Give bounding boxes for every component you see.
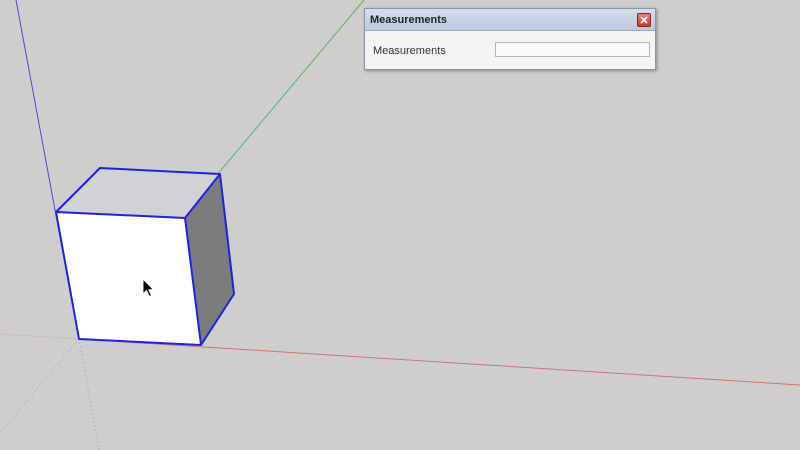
panel-titlebar[interactable]: Measurements [365,9,655,31]
cube-front-face[interactable] [56,212,201,345]
green-axis-negative [0,338,80,434]
measurements-label: Measurements [373,45,446,57]
panel-body: Measurements [365,31,655,69]
red-axis-negative [0,333,80,340]
panel-title: Measurements [370,14,448,26]
close-button[interactable] [637,13,651,27]
measurements-input[interactable] [495,42,650,57]
close-icon [640,16,648,24]
cube[interactable] [55,167,235,346]
modeling-viewport[interactable]: Measurements Measurements [0,0,800,450]
measurements-panel: Measurements Measurements [364,8,656,70]
blue-axis-negative [78,338,100,450]
red-axis [78,338,800,386]
